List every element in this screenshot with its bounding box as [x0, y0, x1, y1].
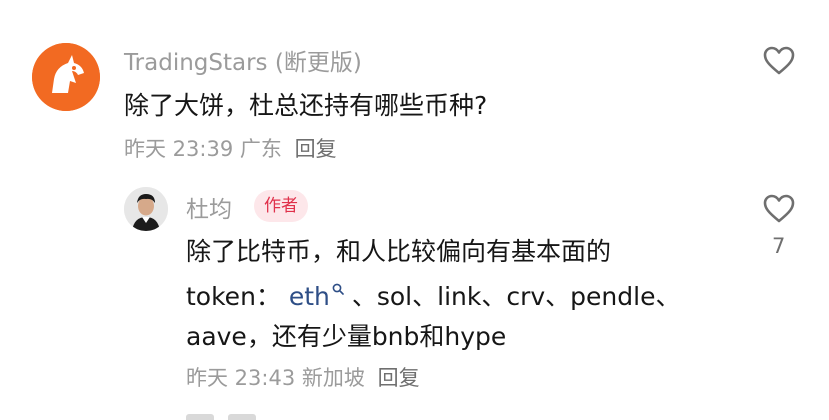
eth-search-link[interactable]: eth [289, 282, 344, 311]
reply-text-token-list: 、sol、link、crv、pendle、 [351, 282, 681, 311]
heart-outline-icon [763, 194, 795, 223]
comment-time: 昨天 23:39 [124, 137, 234, 161]
cutoff-fragment [186, 414, 214, 420]
comment-username[interactable]: TradingStars (断更版) [124, 43, 362, 77]
reply-text-line-2: token： eth 、sol、link、crv、pendle、 [186, 277, 680, 313]
reply-location: 新加坡 [301, 366, 365, 390]
reply-text-line-1: 除了比特币，和人比较偏向有基本面的 [186, 237, 612, 266]
heart-outline-icon [763, 46, 795, 75]
reply-like-count: 7 [772, 234, 786, 258]
reply-text-token-label: token： [186, 282, 281, 311]
reply-like-button[interactable] [762, 192, 796, 230]
eth-link-text[interactable]: eth [289, 282, 330, 311]
reply-reply-button[interactable]: 回复 [378, 366, 420, 390]
collapsed-replies-cutoff [186, 404, 306, 420]
cutoff-fragment [228, 414, 256, 420]
author-username[interactable]: 杜均 [186, 190, 232, 224]
comment-text: 除了大饼，杜总还持有哪些币种? [124, 91, 488, 120]
author-avatar[interactable] [124, 187, 168, 231]
profile-photo-avatar-icon [124, 187, 168, 231]
reply-button[interactable]: 回复 [295, 137, 337, 161]
reply-time: 昨天 23:43 [186, 366, 296, 390]
unicorn-logo-icon [32, 43, 100, 111]
reply-text-line-3: aave，还有少量bnb和hype [186, 322, 507, 351]
like-button[interactable] [762, 44, 796, 82]
reply-meta: 昨天 23:43 新加坡 回复 [186, 362, 420, 392]
user-avatar[interactable] [32, 43, 100, 111]
comment-location: 广东 [239, 137, 282, 161]
search-icon [332, 283, 344, 295]
comment-meta: 昨天 23:39 广东 回复 [124, 133, 337, 163]
author-badge: 作者 [254, 190, 308, 222]
